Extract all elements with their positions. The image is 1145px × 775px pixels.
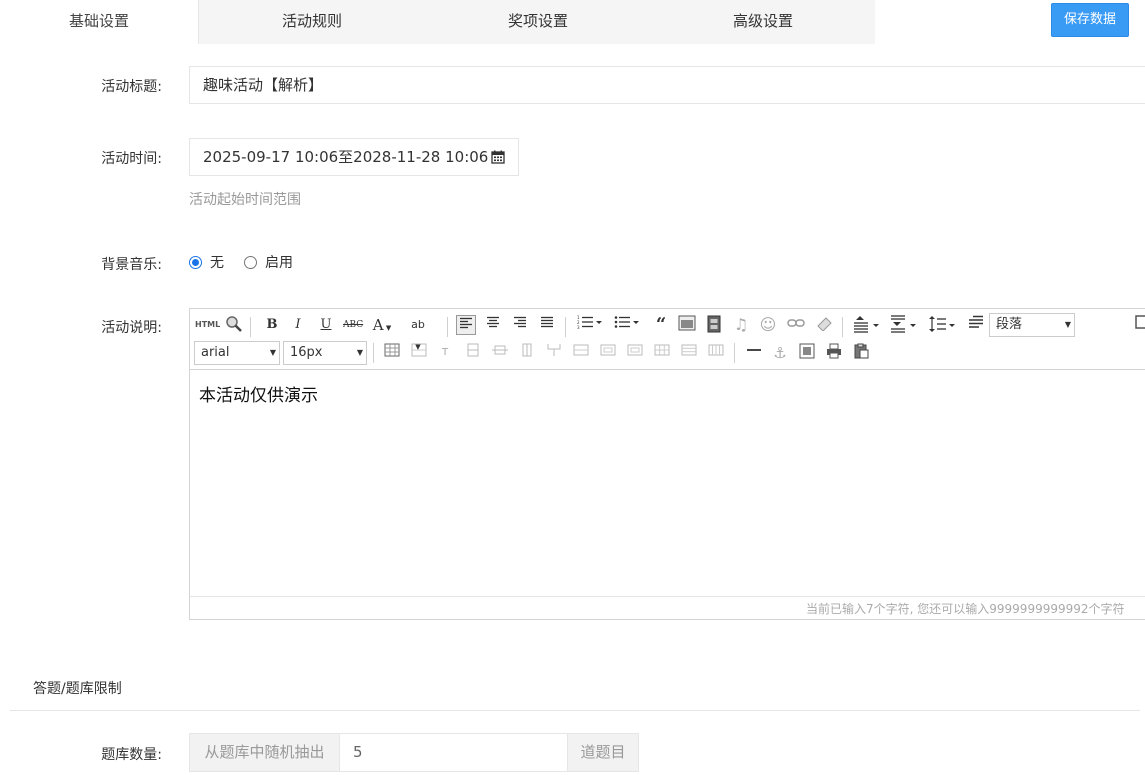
font-color-icon[interactable]: A ▼ xyxy=(372,315,392,335)
chevron-down-icon: ▼ xyxy=(356,348,363,357)
bold-icon[interactable]: B xyxy=(262,315,282,335)
eraser-icon[interactable] xyxy=(814,315,834,335)
toolbar-separator xyxy=(734,343,735,363)
music-option-enable-label: 启用 xyxy=(265,255,293,271)
highlight-color-icon[interactable]: ab ▼ xyxy=(408,315,428,351)
chevron-down-icon: ▼ xyxy=(1064,320,1071,329)
delete-row-icon[interactable] xyxy=(490,343,510,363)
music-option-none[interactable]: 无 xyxy=(189,255,234,271)
align-center-icon[interactable] xyxy=(483,315,503,335)
paragraph-spacing-top-icon[interactable] xyxy=(852,315,882,335)
radio-unchecked-icon xyxy=(244,256,257,269)
tab-advanced-settings[interactable]: 高级设置 xyxy=(651,0,875,44)
tab-activity-rules[interactable]: 活动规则 xyxy=(199,0,425,44)
section-title-answer-limit: 答题/题库限制 xyxy=(33,681,122,697)
align-left-icon[interactable] xyxy=(456,315,476,335)
italic-icon[interactable]: I xyxy=(288,315,308,335)
music-icon[interactable]: ♫ xyxy=(731,315,751,335)
fullscreen-icon[interactable] xyxy=(1135,315,1145,335)
horizontal-rule-icon[interactable] xyxy=(744,343,764,363)
anchor-icon[interactable]: ⚓ xyxy=(770,343,790,363)
insert-table-icon[interactable] xyxy=(382,343,402,363)
question-bank-count-value: 5 xyxy=(353,743,363,761)
insert-video-icon[interactable] xyxy=(704,315,724,335)
align-right-icon[interactable] xyxy=(510,315,530,335)
font-size-value: 16px xyxy=(290,345,323,360)
editor-footer: 当前已输入7个字符, 您还可以输入9999999999992个字符 xyxy=(190,596,1145,620)
insert-image-icon[interactable] xyxy=(677,315,697,335)
toolbar-separator xyxy=(565,317,566,337)
font-size-select[interactable]: 16px ▼ xyxy=(283,341,367,365)
toolbar-separator xyxy=(373,343,374,363)
save-data-button[interactable]: 保存数据 xyxy=(1051,3,1129,37)
radio-checked-icon xyxy=(189,256,202,269)
merge-cells-icon[interactable] xyxy=(571,343,591,363)
activity-time-hint: 活动起始时间范围 xyxy=(189,192,301,208)
editor-toolbar: HTML B I U ABC A ▼ ab ▼ 123 “ ♫ ☺ 段落 ▼ a… xyxy=(190,309,1145,370)
delete-column-icon[interactable] xyxy=(544,343,564,363)
tab-prize-settings[interactable]: 奖项设置 xyxy=(425,0,651,44)
delete-table-icon[interactable] xyxy=(409,343,429,363)
tab-basic-settings[interactable]: 基础设置 xyxy=(0,0,199,44)
split-rows-icon[interactable] xyxy=(679,343,699,363)
toolbar-separator xyxy=(250,317,251,337)
chevron-down-icon: ▼ xyxy=(269,348,276,357)
toolbar-separator xyxy=(447,317,448,337)
font-family-value: arial xyxy=(201,345,230,360)
split-cells-icon[interactable] xyxy=(652,343,672,363)
calendar-icon xyxy=(491,150,505,164)
rich-text-editor: HTML B I U ABC A ▼ ab ▼ 123 “ ♫ ☺ 段落 ▼ a… xyxy=(189,308,1145,620)
emoticon-icon[interactable]: ☺ xyxy=(758,315,778,335)
music-option-none-label: 无 xyxy=(210,255,224,271)
activity-time-input[interactable]: 2025-09-17 10:06至2028-11-28 10:06 xyxy=(189,138,519,176)
editor-content-area[interactable]: 本活动仅供演示 xyxy=(199,381,318,406)
preview-magnifier-icon[interactable] xyxy=(224,315,244,335)
merge-down-icon[interactable] xyxy=(625,343,645,363)
activity-time-value: 2025-09-17 10:06至2028-11-28 10:06 xyxy=(203,148,489,166)
paragraph-format-select[interactable]: 段落 ▼ xyxy=(989,313,1075,337)
paragraph-spacing-bottom-icon[interactable] xyxy=(889,315,919,335)
activity-title-label: 活动标题: xyxy=(101,79,162,95)
underline-icon[interactable]: U xyxy=(316,315,336,335)
insert-row-icon[interactable] xyxy=(463,343,483,363)
insert-date-icon[interactable] xyxy=(797,343,817,363)
indent-icon[interactable] xyxy=(966,315,986,335)
activity-title-input[interactable]: 趣味活动【解析】 xyxy=(189,66,1145,104)
music-option-enable[interactable]: 启用 xyxy=(244,255,304,271)
paste-icon[interactable] xyxy=(851,343,871,363)
merge-right-icon[interactable] xyxy=(598,343,618,363)
html-source-icon[interactable]: HTML xyxy=(195,315,220,335)
blockquote-icon[interactable]: “ xyxy=(651,315,671,335)
toolbar-separator xyxy=(842,317,843,337)
print-icon[interactable] xyxy=(824,343,844,363)
activity-time-label: 活动时间: xyxy=(101,151,162,167)
tab-bar: 基础设置 活动规则 奖项设置 高级设置 保存数据 xyxy=(0,0,1145,44)
question-bank-count-label: 题库数量: xyxy=(101,747,162,763)
activity-title-value: 趣味活动【解析】 xyxy=(203,76,324,94)
line-height-icon[interactable] xyxy=(928,315,958,335)
word-count-text: 当前已输入7个字符, 您还可以输入9999999999992个字符 xyxy=(806,602,1125,616)
insert-column-icon[interactable] xyxy=(517,343,537,363)
question-bank-prefix-addon: 从题库中随机抽出 xyxy=(189,733,340,772)
link-icon[interactable] xyxy=(786,315,806,335)
question-bank-count-input[interactable]: 5 xyxy=(339,733,568,772)
background-music-label: 背景音乐: xyxy=(101,257,162,273)
align-justify-icon[interactable] xyxy=(537,315,557,335)
paragraph-format-value: 段落 xyxy=(996,317,1023,332)
ordered-list-icon[interactable]: 123 xyxy=(576,315,604,335)
svg-text:3: 3 xyxy=(577,325,580,329)
font-family-select[interactable]: arial ▼ xyxy=(194,341,280,365)
section-divider xyxy=(10,710,1140,711)
unordered-list-icon[interactable] xyxy=(613,315,641,335)
activity-description-label: 活动说明: xyxy=(101,320,162,336)
question-bank-suffix-addon: 道题目 xyxy=(567,733,639,772)
split-columns-icon[interactable] xyxy=(706,343,726,363)
strikethrough-icon[interactable]: ABC xyxy=(343,315,363,335)
insert-paragraph-before-table-icon[interactable]: T xyxy=(435,343,455,363)
